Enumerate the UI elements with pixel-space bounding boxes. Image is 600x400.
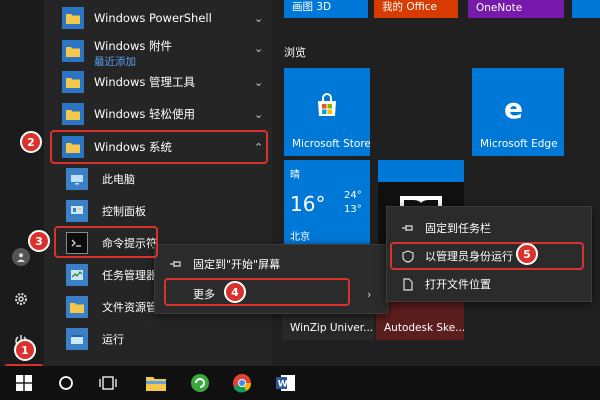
tile-my-office[interactable]: 我的 Office <box>374 0 458 18</box>
step-badge-3: 3 <box>28 230 50 252</box>
highlight-run-as-admin <box>390 242 584 270</box>
cortana-circle-icon <box>59 376 73 390</box>
highlight-windows-system <box>50 130 268 164</box>
list-item-accessories[interactable]: Windows 附件 最近添加 ⌄ <box>44 36 272 68</box>
tile-microsoft-edge[interactable]: e Microsoft Edge <box>472 68 564 156</box>
task-view-icon <box>99 376 117 390</box>
tile-label: Microsoft Store <box>292 138 370 150</box>
weather-condition: 晴 <box>290 170 300 181</box>
file-explorer-icon <box>66 296 88 318</box>
list-item-run[interactable]: 运行 <box>44 324 272 354</box>
store-bag-icon <box>318 93 336 116</box>
group-title-browse: 浏览 <box>284 46 306 59</box>
settings-button[interactable] <box>6 284 36 314</box>
run-icon <box>66 328 88 350</box>
list-item-label: Windows 附件 <box>94 39 172 53</box>
folder-icon <box>62 103 84 125</box>
folder-icon <box>146 377 166 391</box>
list-item-ease-of-access[interactable]: Windows 轻松使用 ⌄ <box>44 98 272 130</box>
tile-label: Microsoft Edge <box>480 138 558 150</box>
tile-weather[interactable]: 晴 16° 24° 13° 北京 <box>284 160 370 248</box>
highlight-command-prompt <box>54 226 158 258</box>
start-left-rail <box>0 0 44 366</box>
pin-icon <box>401 221 415 235</box>
chrome-taskbar-button[interactable] <box>224 366 260 400</box>
tile-label: OneNote <box>476 2 523 14</box>
chrome-icon <box>233 374 252 393</box>
folder-icon <box>62 40 84 62</box>
tile-label: Autodesk Ske... <box>384 322 464 334</box>
pin-icon <box>169 257 183 271</box>
weather-low: 13° <box>344 204 362 215</box>
tile-paint-3d[interactable]: 画图 3D <box>284 0 368 18</box>
green-app-taskbar-button[interactable] <box>182 366 218 400</box>
folder-icon <box>62 71 84 93</box>
task-view-button[interactable] <box>90 366 126 400</box>
gear-icon <box>15 293 27 305</box>
svg-text:W: W <box>278 380 288 390</box>
search-button[interactable] <box>48 366 84 400</box>
list-item-label: 运行 <box>102 333 124 346</box>
list-item-label: Windows 管理工具 <box>94 75 195 89</box>
weather-city: 北京 <box>290 232 310 243</box>
word-taskbar-button[interactable]: W <box>268 366 304 400</box>
list-item-this-pc[interactable]: 此电脑 <box>44 164 272 194</box>
folder-icon <box>62 7 84 29</box>
tile-microsoft-store[interactable]: Microsoft Store <box>284 68 370 156</box>
step-badge-2: 2 <box>20 131 42 153</box>
tile-label: 我的 Office <box>382 1 437 13</box>
tile-partial[interactable] <box>572 0 600 18</box>
user-icon <box>12 248 30 266</box>
document-icon <box>401 277 415 291</box>
green-browser-icon <box>191 374 209 392</box>
list-item-admin-tools[interactable]: Windows 管理工具 ⌄ <box>44 66 272 98</box>
word-icon: W <box>276 375 295 391</box>
step-badge-1: 1 <box>14 339 36 361</box>
menu-item-label: 固定到任务栏 <box>425 222 491 235</box>
computer-icon <box>66 168 88 190</box>
task-manager-icon <box>66 264 88 286</box>
menu-item-label: 打开文件位置 <box>425 278 491 291</box>
step-badge-4: 4 <box>224 281 246 303</box>
tile-onenote[interactable]: OneNote <box>468 0 564 18</box>
highlight-more <box>164 278 350 306</box>
tile-label: 画图 3D <box>292 1 332 13</box>
start-button[interactable] <box>6 366 42 400</box>
menu-item-pin-to-taskbar[interactable]: 固定到任务栏 <box>387 213 591 243</box>
start-menu-screen: Windows PowerShell ⌄ Windows 附件 最近添加 ⌄ W… <box>0 0 600 400</box>
list-item-control-panel[interactable]: 控制面板 <box>44 196 272 226</box>
list-item-label: 控制面板 <box>102 205 146 218</box>
weather-temp: 16° <box>290 192 326 216</box>
chevron-down-icon: ⌄ <box>254 42 264 55</box>
tile-autodesk[interactable]: Autodesk Ske... <box>376 300 464 340</box>
menu-item-label: 固定到"开始"屏幕 <box>193 258 281 271</box>
list-item-label: Windows PowerShell <box>94 11 212 25</box>
menu-item-open-file-location[interactable]: 打开文件位置 <box>387 269 591 299</box>
list-item-label: 此电脑 <box>102 173 135 186</box>
chevron-down-icon: ⌄ <box>254 11 264 25</box>
weather-high: 24° <box>344 190 362 201</box>
file-explorer-taskbar-button[interactable] <box>138 366 174 400</box>
list-item-label: Windows 轻松使用 <box>94 107 195 121</box>
tile-label: WinZip Univer... <box>290 322 374 334</box>
chevron-right-icon: › <box>367 287 372 301</box>
windows-logo-icon <box>16 375 32 391</box>
chevron-down-icon: ⌄ <box>254 75 264 89</box>
control-panel-icon <box>66 200 88 222</box>
edge-icon: e <box>504 92 523 125</box>
step-badge-5: 5 <box>516 243 538 265</box>
menu-item-pin-to-start[interactable]: 固定到"开始"屏幕 <box>155 249 387 279</box>
taskbar: W <box>0 366 600 400</box>
list-item-powershell[interactable]: Windows PowerShell ⌄ <box>44 2 272 34</box>
chevron-down-icon: ⌄ <box>254 107 264 121</box>
list-item-label: 任务管理器 <box>102 269 157 282</box>
